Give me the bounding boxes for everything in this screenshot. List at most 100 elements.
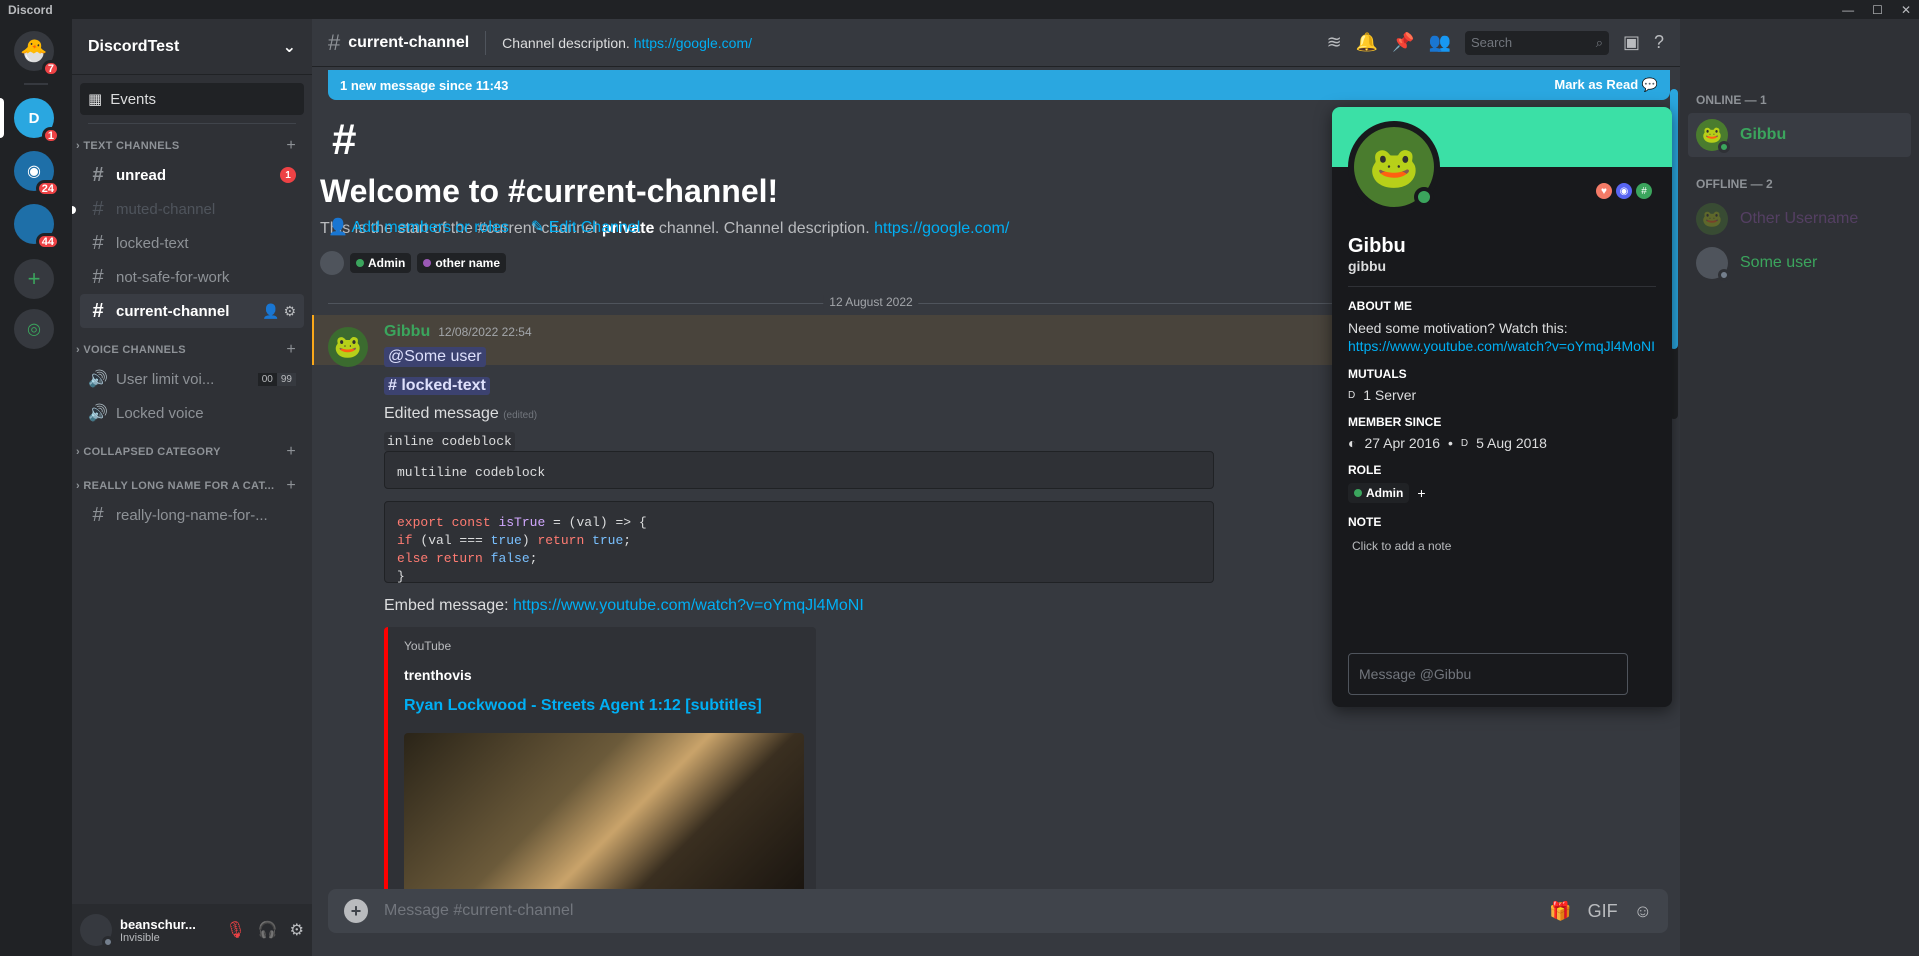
avatar: 🐸 (1696, 203, 1728, 235)
gif-icon[interactable]: GIF (1588, 901, 1618, 922)
maximize-icon[interactable]: ☐ (1872, 3, 1883, 17)
channel-nsfw[interactable]: # not-safe-for-work (80, 260, 304, 294)
category-long-name[interactable]: › REALLY LONG NAME FOR A CAT... + (72, 474, 312, 498)
category-label: TEXT CHANNELS (83, 140, 180, 152)
channel-label: muted-channel (116, 200, 216, 218)
channel-current[interactable]: # current-channel 👤 ⚙ (80, 294, 304, 328)
hypesquad-icon[interactable]: ♥ (1596, 183, 1612, 199)
user-status: Invisible (120, 931, 160, 944)
channel-mention[interactable]: # locked-text (384, 377, 490, 395)
speaker-icon: 🔊 (88, 371, 108, 388)
bell-icon[interactable]: 🔔 (1356, 32, 1378, 53)
server-label: D (28, 109, 40, 127)
embed-title[interactable]: Ryan Lockwood - Streets Agent 1:12 [subt… (404, 697, 800, 715)
search-input[interactable]: Search ⌕ (1464, 30, 1609, 55)
invite-icon[interactable]: 👤 (262, 303, 279, 319)
channel-voice-limit[interactable]: 🔊 User limit voi... 00 99 (80, 362, 304, 396)
message-author[interactable]: Gibbu (384, 323, 430, 341)
pin-icon[interactable]: 📌 (1392, 32, 1414, 53)
mark-as-read-button[interactable]: Mark as Read 💬 (1554, 77, 1658, 93)
nitro-icon[interactable]: ◉ (1616, 183, 1632, 199)
mutual-servers[interactable]: D1 Server (1348, 387, 1656, 403)
member-list: ONLINE — 1 🐸 Gibbu OFFLINE — 2 🐸 Other U… (1680, 19, 1919, 956)
home-button[interactable]: 🐣 7 (14, 31, 60, 77)
server-badge: 1 (41, 127, 60, 144)
channel-muted[interactable]: # muted-channel (80, 192, 304, 226)
upload-icon[interactable]: + (344, 899, 368, 923)
channel-locked-text[interactable]: # locked-text (80, 226, 304, 260)
channel-unread[interactable]: # unread 1 (80, 158, 304, 192)
about-link[interactable]: https://www.youtube.com/watch?v=oYmqJl4M… (1348, 338, 1655, 354)
hash-icon: # (92, 197, 104, 220)
channel-locked-voice[interactable]: 🔊 Locked voice (80, 396, 304, 430)
selected-server-pill (0, 98, 4, 138)
channel-topic[interactable]: Channel description. https://google.com/ (502, 35, 752, 51)
profile-body: Gibbu gibbu ABOUT ME Need some motivatio… (1348, 227, 1656, 699)
avatar[interactable]: 🐸 (328, 327, 368, 367)
locked-hash-icon: # (92, 231, 104, 254)
home-avatar-icon: 🐣 (20, 38, 48, 63)
new-messages-bar[interactable]: 1 new message since 11:43 Mark as Read 💬 (328, 70, 1670, 100)
explore-servers-icon[interactable]: ◎ (14, 309, 54, 349)
discord-icon: ◐ (1348, 435, 1357, 451)
category-voice-channels[interactable]: › VOICE CHANNELS + (72, 338, 312, 362)
guild-name: DiscordTest (88, 37, 180, 55)
role-chip: other name (417, 253, 507, 273)
gear-icon[interactable]: ⚙ (283, 303, 296, 319)
minimize-icon[interactable]: — (1842, 3, 1854, 17)
message-composer[interactable]: + Message #current-channel 🎁 GIF ☺ (328, 889, 1668, 933)
member-list-icon[interactable]: 👥 (1429, 32, 1451, 53)
category-label: REALLY LONG NAME FOR A CAT... (83, 480, 275, 492)
embed-message: Embed message: https://www.youtube.com/w… (384, 597, 864, 614)
mic-muted-icon[interactable]: 🎙 (225, 920, 245, 940)
member-item[interactable]: 🐸 Other Username (1688, 197, 1911, 241)
welcome-link[interactable]: https://google.com/ (874, 220, 1009, 237)
close-icon[interactable]: ✕ (1901, 3, 1911, 17)
video-thumbnail[interactable] (404, 733, 804, 893)
member-item[interactable]: Some user (1688, 241, 1911, 285)
user-mention[interactable]: @Some user (384, 347, 486, 367)
profile-message-input[interactable]: Message @Gibbu (1348, 653, 1628, 695)
youtube-embed: YouTube trenthovis Ryan Lockwood - Stree… (384, 627, 816, 907)
member-item[interactable]: 🐸 Gibbu (1688, 113, 1911, 157)
add-role-icon[interactable]: + (1417, 485, 1425, 501)
create-channel-icon[interactable]: + (286, 477, 296, 495)
hash-badge-icon[interactable]: # (1636, 183, 1652, 199)
create-channel-icon[interactable]: + (286, 341, 296, 359)
create-channel-icon[interactable]: + (286, 137, 296, 155)
edit-channel-button[interactable]: ✎ Edit Channel (531, 217, 640, 237)
role-chip: Admin (350, 253, 412, 273)
headphones-icon[interactable]: 🎧 (258, 920, 278, 940)
code-block-js: export const isTrue = (val) => { if (val… (384, 501, 1214, 584)
gift-icon[interactable]: 🎁 (1549, 901, 1571, 922)
guild-header[interactable]: DiscordTest ⌄ (72, 19, 312, 75)
app-title: Discord (8, 2, 53, 17)
create-channel-icon[interactable]: + (286, 443, 296, 461)
channel-long-name[interactable]: # really-long-name-for-... (80, 498, 304, 532)
category-collapsed[interactable]: › COLLAPSED CATEGORY + (72, 440, 312, 464)
about-text: Need some motivation? Watch this: https:/… (1348, 320, 1655, 354)
server-third[interactable]: 44 (14, 204, 60, 250)
gear-icon[interactable]: ⚙ (290, 920, 304, 940)
server-discordtest[interactable]: D 1 (14, 98, 60, 144)
status-indicator (1414, 187, 1434, 207)
add-server-icon[interactable]: + (14, 259, 54, 299)
threads-icon[interactable]: ≋ (1327, 32, 1342, 53)
sticker-icon[interactable]: ☺ (1634, 901, 1652, 922)
embed-link[interactable]: https://www.youtube.com/watch?v=oYmqJl4M… (513, 597, 864, 614)
topic-link[interactable]: https://google.com/ (634, 35, 752, 51)
server-divider (24, 83, 48, 85)
server-overwatch[interactable]: ◉ 24 (14, 151, 60, 197)
help-icon[interactable]: ? (1654, 32, 1664, 53)
note-input[interactable]: Click to add a note (1348, 539, 1656, 553)
inbox-icon[interactable]: ▣ (1623, 32, 1640, 53)
category-text-channels[interactable]: › TEXT CHANNELS + (72, 134, 312, 158)
embed-author[interactable]: trenthovis (404, 667, 800, 683)
role-list: Admin + (1348, 483, 1656, 503)
avatar (1696, 247, 1730, 281)
channel-label: not-safe-for-work (116, 268, 230, 286)
add-members-button[interactable]: 👤 Add members or roles (328, 217, 509, 237)
server-badge: 44 (35, 233, 60, 250)
avatar[interactable] (80, 914, 114, 948)
events-button[interactable]: ▦ Events (80, 83, 304, 115)
